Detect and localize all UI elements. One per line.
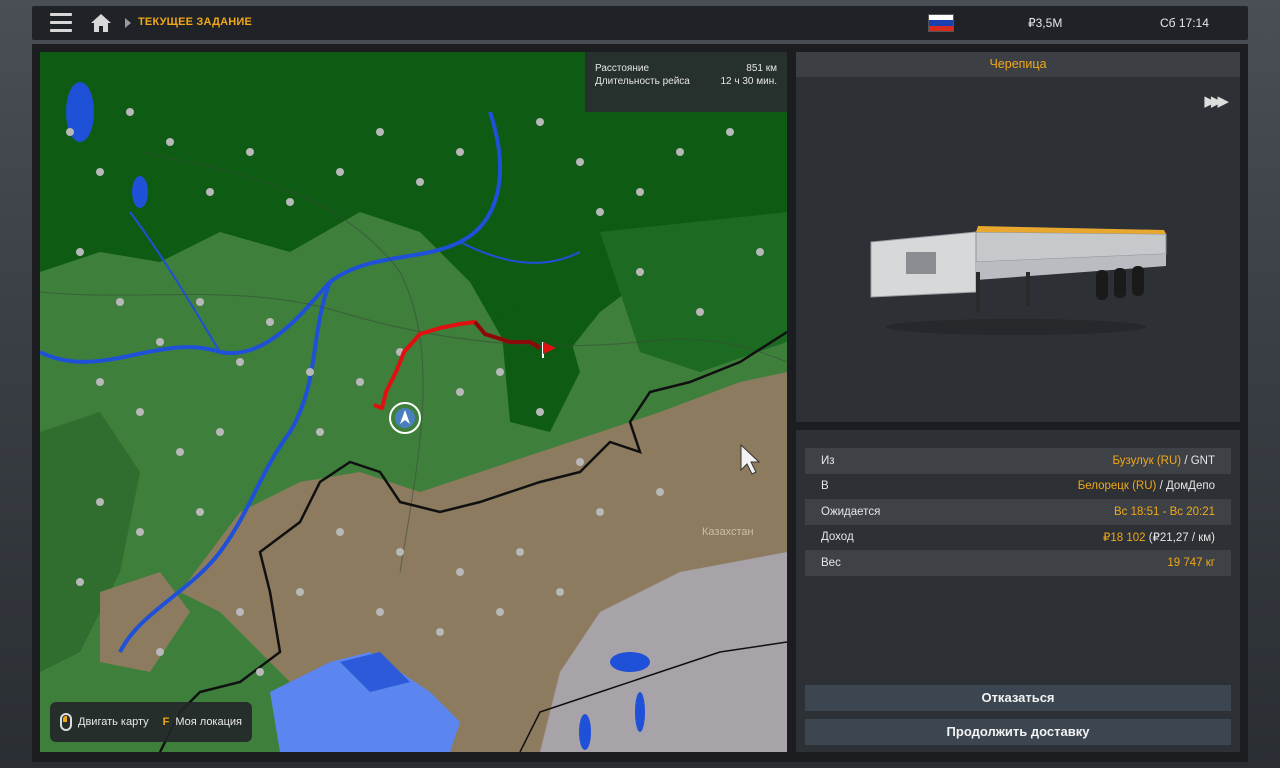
home-icon[interactable]	[90, 13, 112, 33]
from-city: Бузулук (RU)	[1112, 454, 1182, 467]
hint-key: F	[162, 716, 170, 728]
distance-label: Расстояние	[595, 63, 650, 74]
cargo-title: Черепица	[796, 52, 1240, 77]
from-company: / GNT	[1181, 454, 1215, 467]
detail-row-to: В Белорецк (RU) / ДомДепо	[805, 473, 1231, 499]
mouse-cursor-icon	[740, 444, 761, 475]
detail-row-income: Доход ₽18 102 (₽21,27 / км)	[805, 524, 1231, 550]
cargo-panel: Черепица ▶▶▶	[796, 52, 1240, 422]
income-label: Доход	[821, 531, 854, 544]
hint-my-location[interactable]: Моя локация	[175, 716, 242, 728]
income-rate: (₽21,27 / км)	[1145, 532, 1215, 545]
russia-flag-icon	[928, 14, 954, 32]
top-bar: ТЕКУЩЕЕ ЗАДАНИЕ ₽3,5M Сб 17:14	[32, 6, 1248, 40]
hint-move-map: Двигать карту	[78, 716, 149, 728]
game-clock: Сб 17:14	[1160, 16, 1209, 30]
route-map[interactable]: Расстояние 851 км Длительность рейса 12 …	[40, 52, 787, 752]
income-value: ₽18 102	[1103, 532, 1146, 545]
breadcrumb-arrow-icon	[125, 18, 131, 28]
country-label: Казахстан	[702, 526, 754, 538]
breadcrumb: ТЕКУЩЕЕ ЗАДАНИЕ	[138, 16, 253, 28]
to-label: В	[821, 480, 829, 493]
weight-label: Вес	[821, 556, 841, 569]
hamburger-menu-icon[interactable]	[50, 13, 72, 33]
distance-value: 851 км	[746, 63, 777, 74]
job-panel: Расстояние 851 км Длительность рейса 12 …	[32, 44, 1248, 762]
route-summary: Расстояние 851 км Длительность рейса 12 …	[585, 52, 787, 112]
to-company: / ДомДепо	[1156, 480, 1215, 493]
continue-delivery-button[interactable]: Продолжить доставку	[805, 719, 1231, 745]
detail-row-expected: Ожидается Вс 18:51 - Вс 20:21	[805, 499, 1231, 525]
money-balance: ₽3,5M	[1028, 16, 1063, 30]
detail-row-weight: Вес 19 747 кг	[805, 550, 1231, 576]
map-controls-hint: Двигать карту F Моя локация	[50, 702, 253, 742]
trailer-image	[870, 226, 1167, 335]
expected-label: Ожидается	[821, 505, 881, 518]
job-details-panel: Из Бузулук (RU) / GNT В Белорецк (RU) / …	[796, 430, 1240, 752]
from-label: Из	[821, 454, 835, 467]
duration-label: Длительность рейса	[595, 76, 690, 87]
fast-forward-icon[interactable]: ▶▶▶	[1204, 92, 1229, 110]
cancel-job-button[interactable]: Отказаться	[805, 685, 1231, 711]
weight-value: 19 747 кг	[1167, 556, 1215, 569]
map-graphic	[40, 52, 787, 752]
expected-value: Вс 18:51 - Вс 20:21	[1113, 505, 1215, 518]
mouse-icon	[60, 713, 72, 731]
detail-row-from: Из Бузулук (RU) / GNT	[805, 448, 1231, 474]
to-city: Белорецк (RU)	[1077, 480, 1157, 493]
duration-value: 12 ч 30 мин.	[720, 76, 777, 87]
job-details-table: Из Бузулук (RU) / GNT В Белорецк (RU) / …	[805, 448, 1231, 576]
